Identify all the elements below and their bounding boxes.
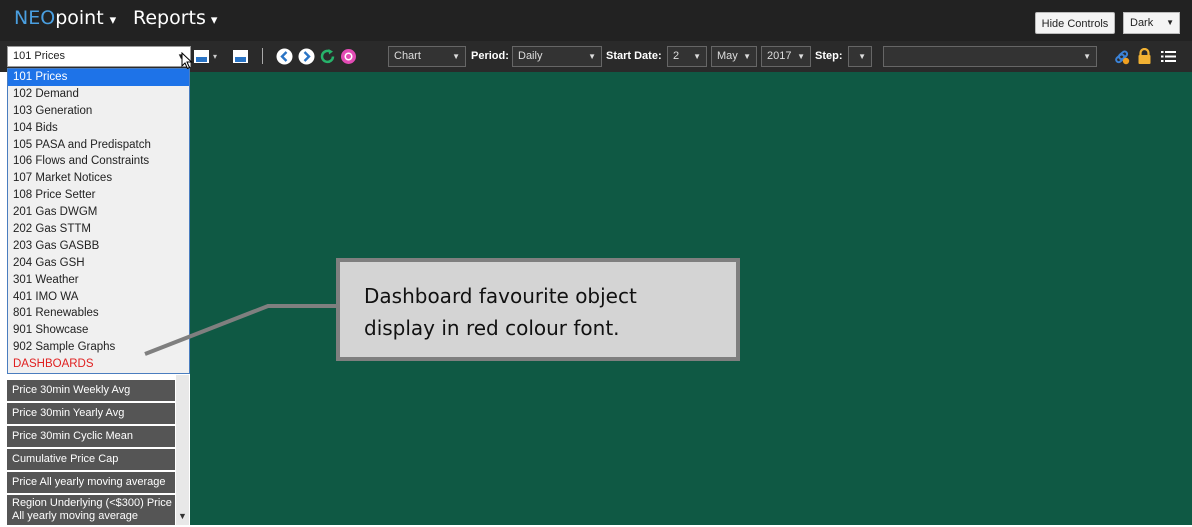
dropdown-option[interactable]: 401 IMO WA [8,289,189,306]
dropdown-option[interactable]: 105 PASA and Predispatch [8,137,189,154]
day-select-value: 2 [673,50,680,62]
menu-list-icon[interactable] [1160,48,1177,65]
dropdown-option[interactable]: 204 Gas GSH [8,255,189,272]
dropdown-option[interactable]: 108 Price Setter [8,187,189,204]
chevron-down-icon: ▼ [588,52,596,61]
dropdown-option[interactable]: 102 Demand [8,86,189,103]
day-select[interactable]: 2 ▼ [667,46,707,67]
chevron-down-icon: ▼ [1166,18,1174,27]
list-item-line2: All yearly moving average [12,510,138,522]
dropdown-option[interactable]: 902 Sample Graphs [8,339,189,356]
month-select-value: May [717,50,738,62]
brand-menu[interactable]: NEOpoint ▾ [14,7,116,29]
extra-select[interactable]: ▼ [883,46,1097,67]
list-item[interactable]: Price 30min Yearly Avg [7,403,175,424]
dropdown-option[interactable]: 202 Gas STTM [8,221,189,238]
step-select[interactable]: ▼ [848,46,872,67]
back-arrow-icon[interactable] [276,48,293,65]
callout-line1: Dashboard favourite object [364,284,637,308]
theme-select[interactable]: Dark ▼ [1123,12,1180,34]
period-select-value: Daily [518,50,543,62]
chevron-down-icon: ▼ [858,52,866,61]
dropdown-option[interactable]: 104 Bids [8,120,189,137]
list-item[interactable]: Price 30min Weekly Avg [7,380,175,401]
toolbar-divider [262,48,263,64]
brand-caret-icon: ▾ [109,13,117,28]
year-select[interactable]: 2017 ▼ [761,46,811,67]
dropdown-option[interactable]: 201 Gas DWGM [8,204,189,221]
reports-menu[interactable]: Reports ▾ [133,7,217,29]
year-select-value: 2017 [767,50,792,62]
chevron-down-icon: ▼ [452,52,460,61]
step-label: Step: [815,50,843,62]
brand-prefix: NEO [14,7,56,29]
scroll-down-arrow-icon[interactable]: ▼ [176,511,189,523]
mouse-cursor-icon [181,52,193,70]
brand-suffix: point [55,7,104,29]
dropdown-option[interactable]: 101 Prices [8,69,189,86]
list-item[interactable]: Price 30min Cyclic Mean [7,426,175,447]
dropdown-option[interactable]: 301 Weather [8,272,189,289]
report-dropdown-list: 101 Prices 102 Demand 103 Generation 104… [7,68,190,374]
chevron-down-icon: ▼ [743,52,751,61]
list-item-line1: Region Underlying (<$300) Price [12,497,172,509]
report-select-value: 101 Prices [13,50,65,62]
export-icon[interactable] [232,48,249,65]
dropdown-option[interactable]: 203 Gas GASBB [8,238,189,255]
save-image-icon[interactable] [193,48,210,65]
dropdown-option[interactable]: 103 Generation [8,103,189,120]
lock-icon[interactable] [1136,48,1153,65]
period-select[interactable]: Daily ▼ [512,46,602,67]
refresh-icon[interactable] [319,48,336,65]
reports-caret-icon: ▾ [210,13,218,28]
record-icon[interactable] [340,48,357,65]
reports-label: Reports [133,7,206,29]
hide-controls-button[interactable]: Hide Controls [1035,12,1115,34]
callout-text: Dashboard favourite object display in re… [364,280,637,344]
save-caret-icon[interactable]: ▾ [213,52,217,61]
theme-select-value: Dark [1130,17,1154,29]
chevron-down-icon: ▼ [1083,52,1091,61]
dropdown-option[interactable]: 107 Market Notices [8,170,189,187]
chevron-down-icon: ▼ [797,52,805,61]
list-item[interactable]: Price All yearly moving average [7,472,175,493]
annotation-callout: Dashboard favourite object display in re… [336,258,740,361]
callout-line2: display in red colour font. [364,316,620,340]
report-select[interactable]: 101 Prices ▼ [7,46,191,67]
list-item[interactable]: Cumulative Price Cap [7,449,175,470]
sidebar-scrollbar[interactable] [176,375,189,525]
link-icon[interactable] [1113,48,1130,65]
chevron-down-icon: ▼ [693,52,701,61]
month-select[interactable]: May ▼ [711,46,757,67]
forward-arrow-icon[interactable] [298,48,315,65]
dropdown-option[interactable]: 106 Flows and Constraints [8,153,189,170]
period-label: Period: [471,50,509,62]
top-bar: NEOpoint ▾ Reports ▾ Hide Controls Dark ▼ [0,0,1192,41]
dropdown-option-dashboards[interactable]: DASHBOARDS [8,356,189,373]
view-select-value: Chart [394,50,421,62]
start-date-label: Start Date: [606,50,662,62]
list-item[interactable]: Region Underlying (<$300) Price All year… [7,495,175,525]
dropdown-option[interactable]: 801 Renewables [8,305,189,322]
dropdown-option[interactable]: 901 Showcase [8,322,189,339]
report-list: Price 30min Weekly Avg Price 30min Yearl… [7,380,175,527]
view-select[interactable]: Chart ▼ [388,46,466,67]
